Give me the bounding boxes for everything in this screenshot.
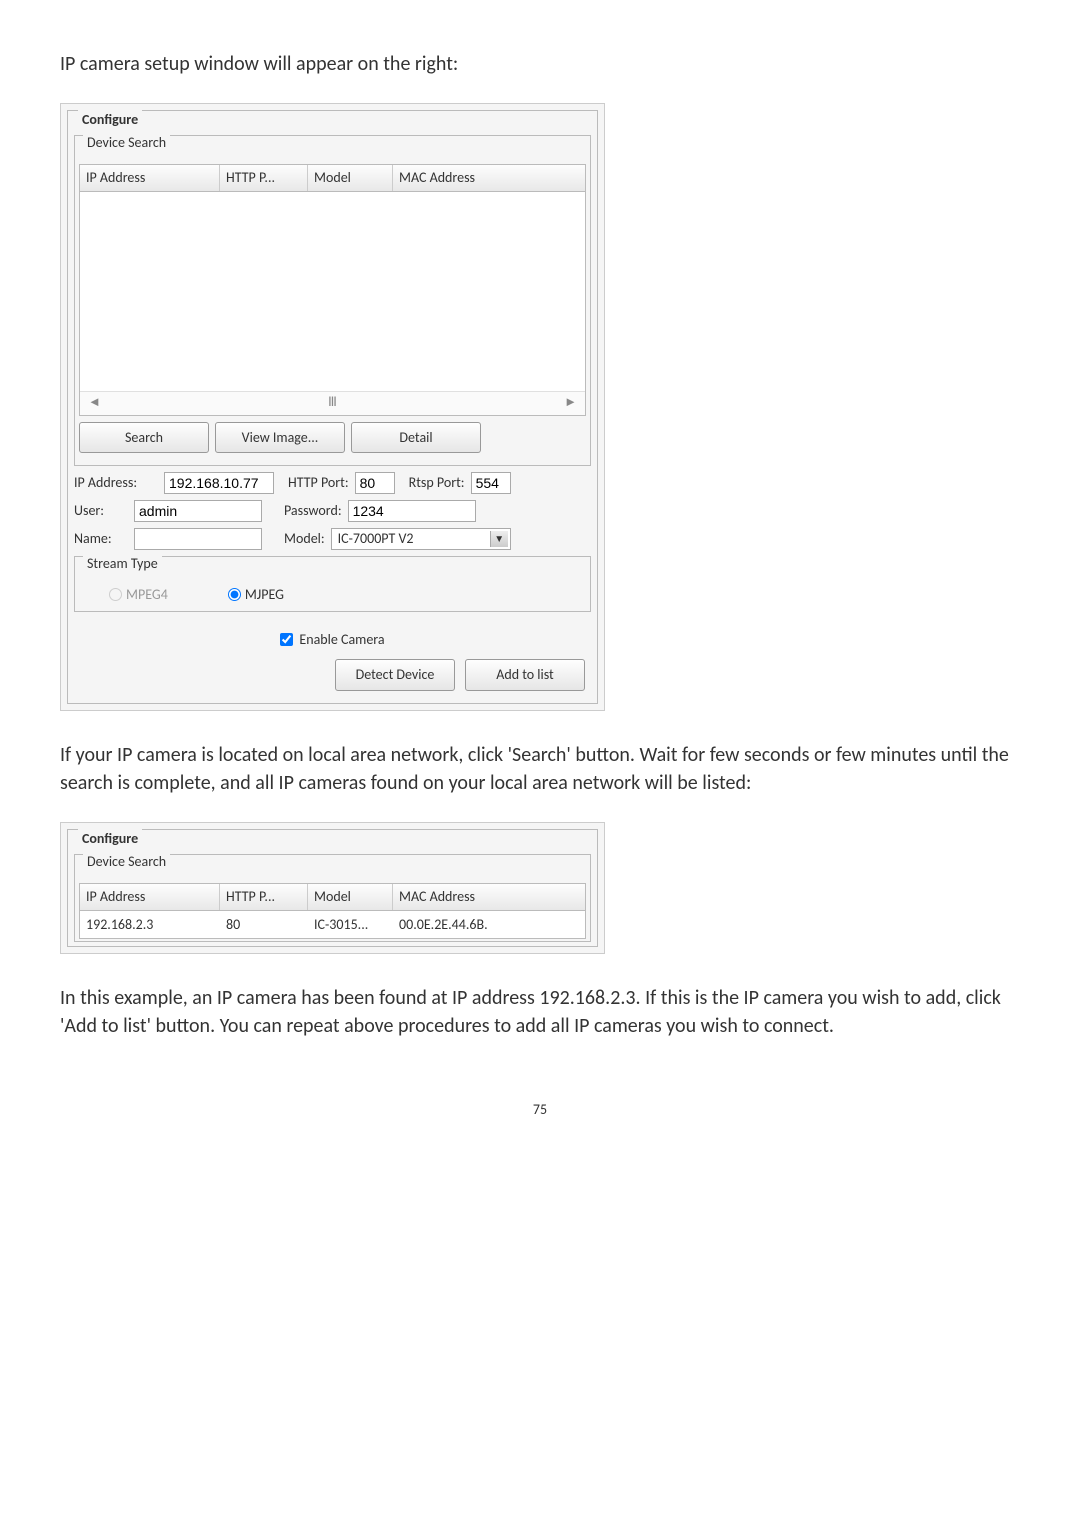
- row-mac-cell: 00.0E.2E.44.6B.: [393, 913, 585, 937]
- scroll-thumb-icon[interactable]: Ⅲ: [328, 394, 337, 412]
- password-field[interactable]: [348, 500, 476, 522]
- device-table-body-2: 192.168.2.3 80 IC-3015... 00.0E.2E.44.6B…: [79, 911, 586, 940]
- device-search-fieldset-2: Device Search IP Address HTTP P... Model…: [74, 854, 591, 942]
- stream-type-legend: Stream Type: [83, 554, 162, 574]
- mjpeg-radio-input[interactable]: [228, 588, 241, 601]
- model-select[interactable]: IC-7000PT V2 ▼: [331, 528, 511, 550]
- col-ip-address-2[interactable]: IP Address: [80, 884, 220, 910]
- row-model-cell: IC-3015...: [308, 913, 393, 937]
- device-search-fieldset: Device Search IP Address HTTP P... Model…: [74, 135, 591, 466]
- rtsp-port-label: Rtsp Port:: [409, 473, 465, 493]
- enable-camera-checkbox[interactable]: [280, 633, 293, 646]
- view-image-button[interactable]: View Image...: [215, 422, 345, 454]
- model-label: Model:: [284, 529, 325, 549]
- ip-address-field[interactable]: [164, 472, 274, 494]
- search-button[interactable]: Search: [79, 422, 209, 454]
- scrollbar-horizontal[interactable]: ◄ Ⅲ ►: [80, 391, 585, 414]
- rtsp-port-field[interactable]: [471, 472, 511, 494]
- device-search-legend: Device Search: [83, 133, 170, 153]
- mjpeg-radio[interactable]: MJPEG: [228, 585, 284, 605]
- col-mac-address-2[interactable]: MAC Address: [393, 884, 585, 910]
- intro-paragraph: IP camera setup window will appear on th…: [60, 50, 1020, 78]
- col-model-2[interactable]: Model: [308, 884, 393, 910]
- col-http-port-2[interactable]: HTTP P...: [220, 884, 308, 910]
- table-row[interactable]: 192.168.2.3 80 IC-3015... 00.0E.2E.44.6B…: [80, 911, 585, 939]
- name-row: Name: Model: IC-7000PT V2 ▼: [74, 528, 591, 550]
- ip-address-label: IP Address:: [74, 473, 158, 493]
- col-mac-address[interactable]: MAC Address: [393, 165, 585, 191]
- stream-type-radios: MPEG4 MJPEG: [79, 585, 586, 605]
- mpeg4-radio[interactable]: MPEG4: [109, 585, 168, 605]
- scroll-left-icon[interactable]: ◄: [88, 394, 101, 412]
- device-search-legend-2: Device Search: [83, 852, 170, 872]
- user-field[interactable]: [134, 500, 262, 522]
- name-field[interactable]: [134, 528, 262, 550]
- configure-legend-2: Configure: [78, 829, 142, 849]
- mpeg4-radio-input[interactable]: [109, 588, 122, 601]
- row-ip-cell: 192.168.2.3: [80, 913, 220, 937]
- detail-button[interactable]: Detail: [351, 422, 481, 454]
- name-label: Name:: [74, 529, 128, 549]
- enable-camera-row: Enable Camera: [74, 630, 591, 650]
- detect-device-button[interactable]: Detect Device: [335, 659, 455, 691]
- device-table-header: IP Address HTTP P... Model MAC Address: [79, 164, 586, 192]
- ip-address-row: IP Address: HTTP Port: Rtsp Port:: [74, 472, 591, 494]
- add-to-list-button[interactable]: Add to list: [465, 659, 585, 691]
- configure-legend: Configure: [78, 110, 142, 130]
- search-explanation-paragraph: If your IP camera is located on local ar…: [60, 741, 1020, 797]
- http-port-label: HTTP Port:: [288, 473, 349, 493]
- row-http-cell: 80: [220, 913, 308, 937]
- http-port-field[interactable]: [355, 472, 395, 494]
- configure-fieldset: Configure Device Search IP Address HTTP …: [67, 110, 598, 704]
- device-search-buttons: Search View Image... Detail: [79, 422, 586, 454]
- col-ip-address[interactable]: IP Address: [80, 165, 220, 191]
- configure-fieldset-2: Configure Device Search IP Address HTTP …: [67, 829, 598, 947]
- enable-camera-label: Enable Camera: [299, 630, 384, 650]
- device-table-header-2: IP Address HTTP P... Model MAC Address: [79, 883, 586, 911]
- bottom-button-row: Detect Device Add to list: [80, 659, 585, 691]
- mjpeg-radio-label: MJPEG: [245, 585, 284, 605]
- password-label: Password:: [284, 501, 342, 521]
- user-label: User:: [74, 501, 128, 521]
- chevron-down-icon[interactable]: ▼: [490, 531, 508, 547]
- model-select-value: IC-7000PT V2: [334, 529, 414, 549]
- configure-dialog-1: Configure Device Search IP Address HTTP …: [60, 103, 605, 711]
- user-row: User: Password:: [74, 500, 591, 522]
- scroll-right-icon[interactable]: ►: [564, 394, 577, 412]
- stream-type-fieldset: Stream Type MPEG4 MJPEG: [74, 556, 591, 612]
- mpeg4-radio-label: MPEG4: [126, 585, 168, 605]
- example-paragraph: In this example, an IP camera has been f…: [60, 984, 1020, 1040]
- configure-dialog-2: Configure Device Search IP Address HTTP …: [60, 822, 605, 954]
- device-table-body-empty: ◄ Ⅲ ►: [79, 192, 586, 416]
- col-model[interactable]: Model: [308, 165, 393, 191]
- page-number: 75: [60, 1100, 1020, 1120]
- col-http-port[interactable]: HTTP P...: [220, 165, 308, 191]
